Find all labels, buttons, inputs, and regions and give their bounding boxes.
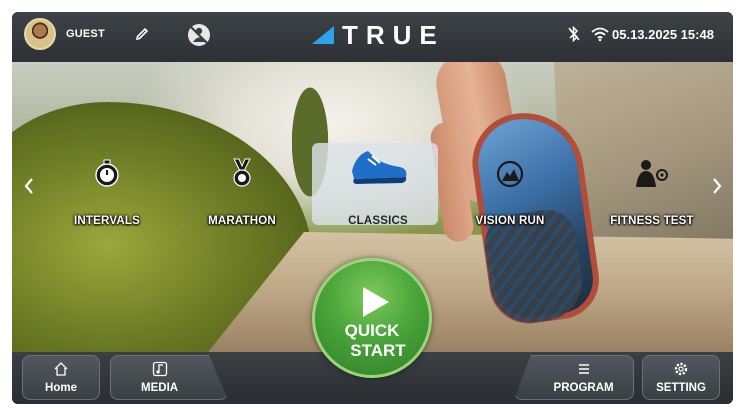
- stopwatch-icon: [95, 159, 119, 187]
- bluetooth-icon[interactable]: [567, 26, 581, 42]
- mode-marathon[interactable]: MARATHON: [182, 157, 302, 237]
- music-note-icon: [152, 361, 167, 377]
- mode-intervals[interactable]: INTERVALS: [47, 157, 167, 237]
- treadmill-screen: GUEST TRUE 05.13.2025 15:48 INTERVALS MA…: [12, 12, 733, 404]
- mode-vision-run[interactable]: VISION RUN: [450, 157, 570, 237]
- wifi-icon[interactable]: [591, 26, 609, 42]
- mode-label: MARATHON: [208, 215, 276, 227]
- quick-start-line1: QUICK: [344, 321, 400, 340]
- play-icon: [363, 287, 389, 317]
- mode-label: FITNESS TEST: [610, 215, 694, 227]
- program-label: PROGRAM: [553, 382, 614, 394]
- edit-icon[interactable]: [134, 26, 150, 42]
- home-button[interactable]: Home: [22, 355, 100, 400]
- mode-classics[interactable]: CLASSICS: [312, 143, 438, 237]
- brand-name: TRUE: [342, 19, 445, 50]
- date-time: 05.13.2025 15:48: [612, 27, 714, 42]
- carousel-prev-arrow-icon[interactable]: [20, 174, 38, 198]
- fitness-test-icon: [636, 160, 668, 187]
- user-label[interactable]: GUEST: [66, 28, 105, 40]
- program-button[interactable]: PROGRAM: [514, 355, 634, 400]
- mode-label: CLASSICS: [348, 215, 408, 227]
- medal-icon: [233, 158, 251, 187]
- top-bar: GUEST TRUE 05.13.2025 15:48: [12, 12, 733, 62]
- mode-fitness-test[interactable]: FITNESS TEST: [592, 157, 712, 237]
- list-icon: [578, 364, 589, 374]
- gear-icon: [674, 362, 688, 376]
- quick-start-line2: START: [350, 341, 406, 360]
- media-label: MEDIA: [141, 382, 179, 394]
- shoe-icon: [352, 151, 407, 184]
- home-label: Home: [45, 382, 77, 394]
- vision-run-icon: [496, 160, 524, 188]
- setting-button[interactable]: SETTING: [642, 355, 720, 400]
- home-icon: [54, 362, 68, 376]
- mode-label: VISION RUN: [475, 215, 545, 227]
- quick-start-button[interactable]: QUICK START: [312, 258, 432, 378]
- setting-label: SETTING: [656, 382, 706, 394]
- media-button[interactable]: MEDIA: [110, 355, 228, 400]
- no-access-icon[interactable]: [186, 22, 212, 48]
- brand-mark-icon: [312, 26, 334, 44]
- user-avatar[interactable]: [24, 18, 56, 50]
- mode-label: INTERVALS: [74, 215, 140, 227]
- brand-logo: TRUE: [312, 20, 445, 50]
